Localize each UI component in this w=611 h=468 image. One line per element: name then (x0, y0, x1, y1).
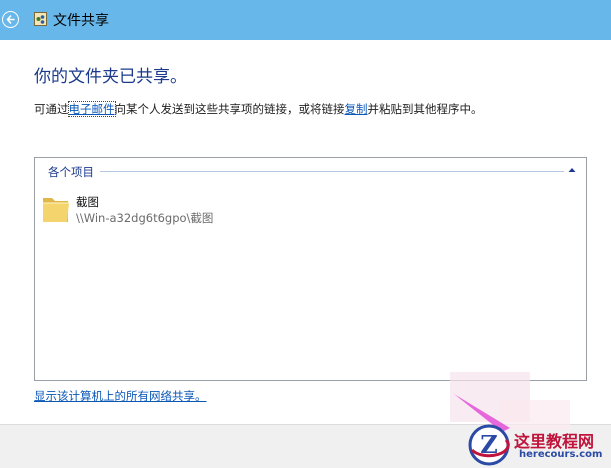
group-divider (100, 171, 564, 172)
back-button[interactable] (2, 11, 19, 28)
desc-prefix: 可通过 (34, 102, 69, 116)
folder-icon (43, 198, 69, 222)
back-arrow-icon (6, 14, 15, 25)
shared-items-panel: 各个项目 截图 \\Win-a32dg6t6gpo\截图 (34, 157, 587, 381)
sharing-app-icon (34, 12, 47, 26)
group-title: 各个项目 (48, 165, 94, 179)
item-path: \\Win-a32dg6t6gpo\截图 (76, 211, 214, 225)
watermark-logo-icon: Z (468, 424, 510, 466)
watermark-url: herecours.com (519, 449, 603, 460)
email-link[interactable]: 电子邮件 (67, 101, 116, 117)
item-name: 截图 (76, 195, 99, 209)
list-item[interactable]: 截图 \\Win-a32dg6t6gpo\截图 (41, 191, 341, 231)
desc-suffix: 并粘贴到其他程序中。 (367, 102, 483, 116)
group-header[interactable]: 各个项目 (35, 158, 586, 182)
show-all-shares-link[interactable]: 显示该计算机上的所有网络共享。 (34, 388, 207, 404)
svg-text:Z: Z (480, 430, 498, 459)
title-bar: 文件共享 (0, 0, 611, 40)
window-title: 文件共享 (53, 13, 109, 29)
share-description: 可通过电子邮件向某个人发送到这些共享项的链接，或将链接复制并粘贴到其他程序中。 (34, 101, 483, 117)
page-heading: 你的文件夹已共享。 (34, 67, 187, 87)
desc-middle: 向某个人发送到这些共享项的链接，或将链接 (114, 102, 345, 116)
chevron-up-icon[interactable] (567, 165, 577, 175)
copy-link[interactable]: 复制 (345, 102, 368, 116)
